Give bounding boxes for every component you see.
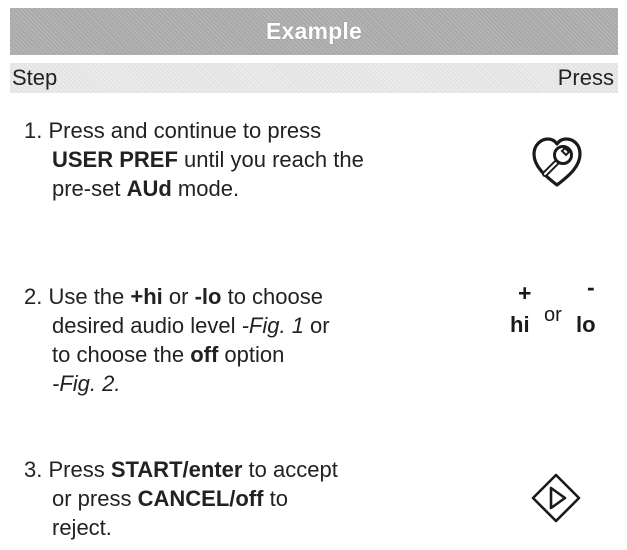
step-2: 2. Use the +hi or -lo to choose desired … (24, 282, 330, 398)
step-1-line-3: pre-set AUd mode. (52, 176, 240, 201)
step-2-line-4: -Fig. 2. (24, 369, 330, 398)
hi-key: hi (510, 312, 530, 337)
lo-keyword: -lo (194, 284, 222, 309)
step-2-line-1: 2. Use the +hi or -lo to choose (24, 284, 323, 309)
hi-keyword: +hi (130, 284, 163, 309)
column-header-bar: Step Press (10, 63, 618, 93)
column-step-label: Step (12, 65, 58, 90)
header-title: Example (265, 18, 362, 44)
hi-or-lo-keys: + - hi or lo (510, 274, 610, 350)
cancel-off-keyword: CANCEL/off (137, 486, 264, 511)
step-1-line-2: USER PREF until you reach the (52, 147, 364, 172)
fig-2-reference: -Fig. 2. (52, 371, 121, 396)
user-pref-keyword: USER PREF (52, 147, 178, 172)
example-header: Example (10, 8, 618, 55)
off-keyword: off (190, 342, 219, 367)
plus-sign: + (518, 280, 532, 306)
minus-sign: - (587, 274, 595, 300)
aud-keyword: AUd (126, 176, 172, 201)
fig-1-reference: -Fig. 1 (241, 313, 304, 338)
step-3-line-3: reject. (52, 515, 112, 540)
step-1: 1. Press and continue to press USER PREF… (24, 116, 364, 203)
or-text: or (544, 304, 562, 326)
step-2-line-2: desired audio level -Fig. 1 or (52, 313, 330, 338)
column-press-label: Press (557, 65, 614, 90)
start-enter-keyword: START/enter (110, 457, 243, 482)
step-3-line-1: 3. Press START/enter to accept (24, 457, 338, 482)
step-3: 3. Press START/enter to accept or press … (24, 455, 338, 542)
lo-key: lo (576, 312, 596, 337)
step-1-line-1: 1. Press and continue to press (24, 118, 322, 143)
step-3-line-2: or press CANCEL/off to (52, 486, 288, 511)
step-2-line-3: to choose the off option (52, 342, 285, 367)
start-diamond-icon (531, 473, 581, 523)
user-pref-wrench-heart-icon (532, 137, 582, 187)
